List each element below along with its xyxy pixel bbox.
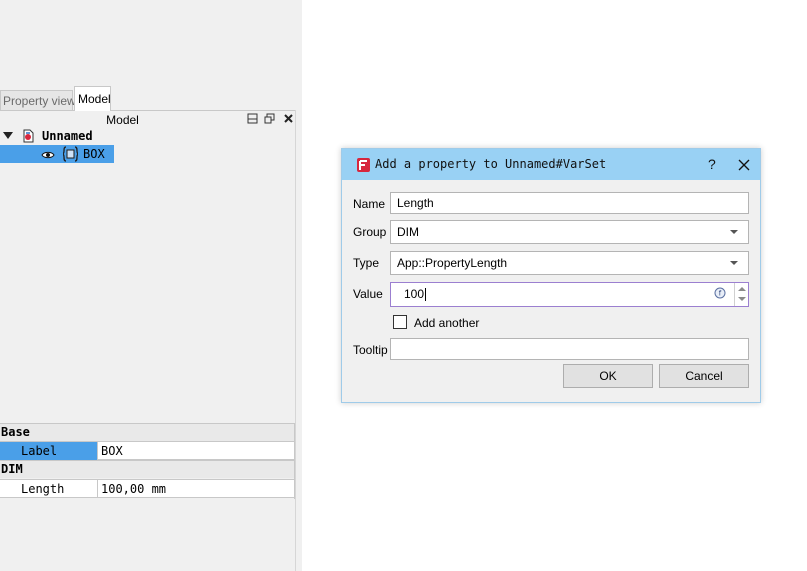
name-field[interactable]: Length [390,192,749,214]
close-icon[interactable] [736,157,752,173]
tab-model[interactable]: Model [74,86,111,111]
chevron-down-icon[interactable] [730,261,738,265]
dialog-title-bar[interactable]: Add a property to Unnamed#VarSet ? [342,149,760,180]
model-header: Model [0,112,296,128]
tree-document-label: Unnamed [42,129,93,143]
property-row-length[interactable]: Length 100,00 mm [0,479,296,498]
expand-arrow-icon[interactable] [3,132,13,139]
type-label: Type [353,256,380,270]
panel-splitter[interactable] [295,110,296,571]
property-value[interactable]: 100,00 mm [101,480,166,498]
eye-icon[interactable] [41,149,55,159]
tooltip-label: Tooltip [353,343,388,357]
spin-down-icon[interactable] [738,297,746,301]
value-label: Value [353,287,383,301]
help-button[interactable]: ? [708,149,716,180]
property-value[interactable]: BOX [101,442,123,460]
chevron-down-icon[interactable] [730,230,738,234]
tree-item-box[interactable]: BOX [0,145,114,163]
panel-tabbar: Property view Model [0,86,302,111]
group-value: DIM [397,225,419,239]
group-label: Group [353,225,387,239]
dialog-title: Add a property to Unnamed#VarSet [375,157,607,171]
type-value: App::PropertyLength [397,256,508,270]
type-combobox[interactable]: App::PropertyLength [390,251,749,275]
close-icon[interactable] [282,113,295,126]
tab-property-view[interactable]: Property view [0,90,76,111]
spin-buttons [734,283,748,306]
restore-icon[interactable] [263,113,276,126]
expression-icon[interactable]: f [714,284,726,299]
add-another-checkbox[interactable] [393,315,407,329]
property-key: Length [0,480,98,498]
property-group-dim[interactable]: DIM [0,460,296,478]
group-combobox[interactable]: DIM [390,220,749,244]
tooltip-field[interactable] [390,338,749,360]
value-text: 100 [404,287,425,301]
ok-button[interactable]: OK [563,364,653,388]
tree-item-label: BOX [83,147,105,161]
property-row-label[interactable]: Label BOX [0,441,296,460]
freecad-logo-icon [357,158,370,172]
tree-document-row[interactable]: Unnamed [0,127,200,145]
tab-divider [0,110,296,111]
property-group-base[interactable]: Base [0,423,296,441]
property-key: Label [0,442,98,460]
add-property-dialog: Add a property to Unnamed#VarSet ? Name … [341,148,761,403]
add-another-label[interactable]: Add another [414,316,479,330]
left-panel: Property view Model Model Unnamed BOX Ba… [0,0,302,571]
spin-up-icon[interactable] [738,287,746,291]
cancel-button[interactable]: Cancel [659,364,749,388]
float-icon[interactable] [246,113,259,126]
varset-icon [62,146,79,162]
text-caret [425,288,427,302]
name-label: Name [353,197,386,211]
value-spinbox[interactable]: 100 f [390,282,749,307]
model-title: Model [106,113,139,127]
document-icon [21,129,35,143]
